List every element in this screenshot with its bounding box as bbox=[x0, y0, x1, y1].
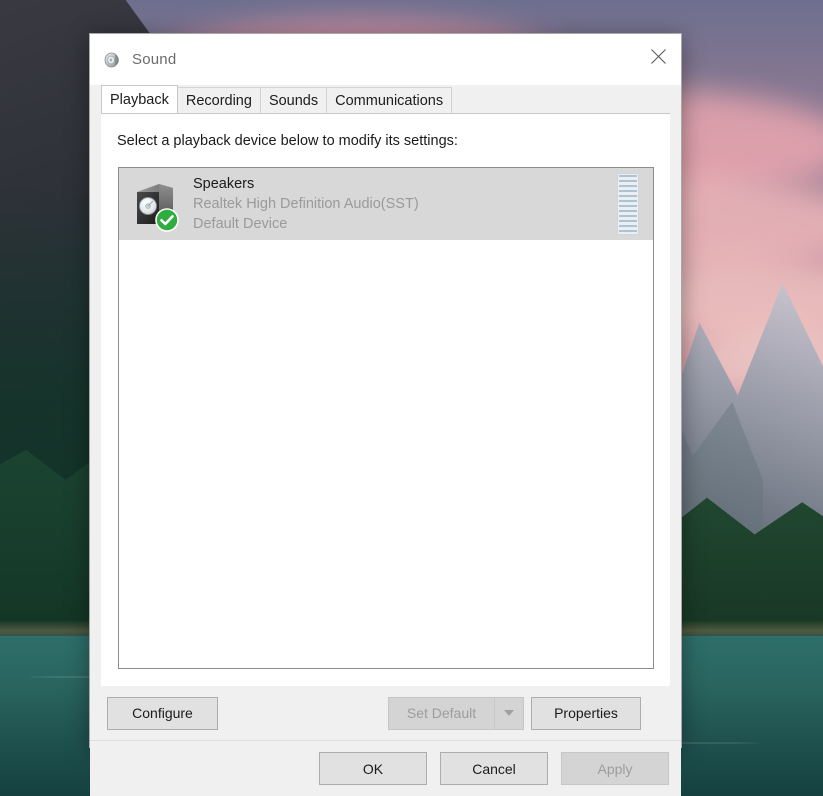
configure-button-label: Configure bbox=[132, 705, 193, 721]
meter-segment bbox=[619, 195, 637, 198]
ok-button[interactable]: OK bbox=[319, 752, 427, 785]
cancel-button-label: Cancel bbox=[472, 760, 516, 777]
tab-recording[interactable]: Recording bbox=[176, 87, 261, 113]
device-status: Default Device bbox=[193, 215, 288, 232]
apply-button[interactable]: Apply bbox=[561, 752, 669, 785]
close-button[interactable] bbox=[635, 34, 681, 78]
instruction-text: Select a playback device below to modify… bbox=[117, 133, 458, 149]
meter-segment bbox=[619, 180, 637, 183]
ok-button-label: OK bbox=[362, 760, 384, 777]
device-info: Speakers Realtek High Definition Audio(S… bbox=[193, 175, 617, 234]
meter-segment bbox=[619, 200, 637, 203]
device-action-buttons: Configure Set Default Properties bbox=[101, 686, 670, 740]
volume-level-meter bbox=[617, 173, 639, 235]
meter-segment bbox=[619, 190, 637, 193]
tab-strip: Playback Recording Sounds Communications bbox=[90, 85, 681, 113]
set-default-split-button[interactable]: Set Default bbox=[388, 696, 524, 730]
apply-button-label: Apply bbox=[597, 760, 633, 777]
properties-button-label: Properties bbox=[554, 705, 618, 721]
tab-playback-label: Playback bbox=[110, 91, 169, 108]
tab-sounds[interactable]: Sounds bbox=[259, 87, 328, 113]
set-default-button[interactable]: Set Default bbox=[388, 696, 494, 730]
meter-segment bbox=[619, 185, 637, 188]
properties-button[interactable]: Properties bbox=[531, 696, 641, 730]
playback-device-list[interactable]: Speakers Realtek High Definition Audio(S… bbox=[118, 167, 654, 669]
close-icon bbox=[650, 48, 666, 64]
meter-segment bbox=[619, 225, 637, 228]
meter-segment bbox=[619, 205, 637, 208]
set-default-button-label: Set Default bbox=[406, 705, 477, 721]
meter-segment bbox=[619, 230, 637, 233]
sound-dialog-window: Sound Playback Recording Sounds Communic… bbox=[89, 33, 682, 796]
meter-segment bbox=[619, 220, 637, 223]
window-title: Sound bbox=[132, 51, 177, 68]
meter-segment bbox=[619, 215, 637, 218]
tab-communications-label: Communications bbox=[335, 92, 444, 109]
chevron-down-icon bbox=[504, 710, 514, 716]
green-check-badge bbox=[155, 208, 179, 232]
cancel-button[interactable]: Cancel bbox=[440, 752, 548, 785]
tab-recording-label: Recording bbox=[185, 92, 252, 109]
dialog-footer: OK Cancel Apply bbox=[90, 740, 681, 796]
window-titlebar: Sound bbox=[90, 34, 681, 85]
device-list-item-speakers[interactable]: Speakers Realtek High Definition Audio(S… bbox=[119, 168, 653, 240]
playback-tab-panel: Select a playback device below to modify… bbox=[101, 113, 670, 686]
tab-sounds-label: Sounds bbox=[268, 92, 319, 109]
meter-segment bbox=[619, 175, 637, 178]
tab-communications[interactable]: Communications bbox=[326, 87, 453, 113]
speaker-icon bbox=[104, 52, 119, 67]
device-name: Speakers bbox=[193, 175, 255, 192]
speaker-device-icon bbox=[129, 178, 181, 232]
tab-playback[interactable]: Playback bbox=[101, 85, 178, 113]
set-default-dropdown-button[interactable] bbox=[494, 696, 524, 730]
configure-button[interactable]: Configure bbox=[107, 696, 218, 730]
device-driver: Realtek High Definition Audio(SST) bbox=[193, 195, 419, 212]
meter-segment bbox=[619, 210, 637, 213]
